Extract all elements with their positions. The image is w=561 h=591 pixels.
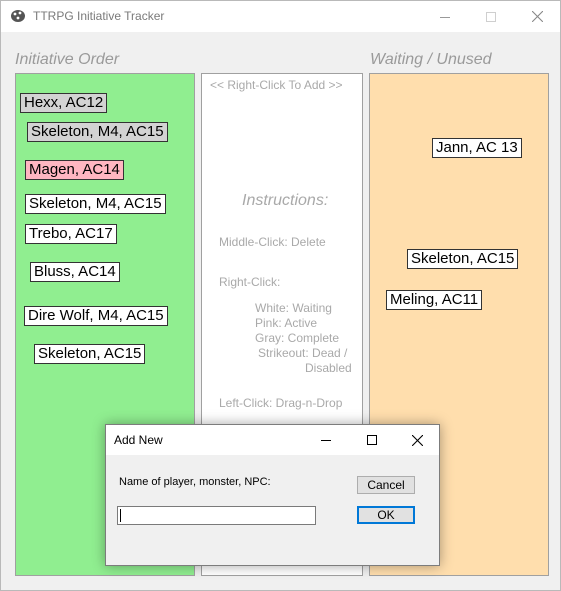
maximize-button[interactable]	[468, 1, 514, 32]
instruction-middle-click: Middle-Click: Delete	[219, 235, 326, 249]
cancel-button[interactable]: Cancel	[357, 476, 415, 494]
waiting-entry[interactable]: Jann, AC 13	[432, 138, 522, 158]
close-icon	[411, 434, 423, 446]
dialog-minimize-button[interactable]	[303, 425, 349, 455]
close-button[interactable]	[514, 1, 560, 32]
instruction-disabled: Disabled	[305, 361, 352, 375]
instruction-white: White: Waiting	[255, 301, 332, 315]
ok-button[interactable]: OK	[357, 506, 415, 524]
instruction-gray: Gray: Complete	[255, 331, 340, 345]
minimize-icon	[440, 16, 450, 18]
main-window: TTRPG Initiative Tracker Initiative Orde…	[0, 0, 561, 591]
name-input[interactable]	[117, 506, 316, 525]
dialog-title: Add New	[114, 433, 163, 447]
minimize-button[interactable]	[422, 1, 468, 32]
waiting-entry[interactable]: Meling, AC11	[386, 290, 483, 310]
initiative-entry[interactable]: Skeleton, M4, AC15	[25, 194, 166, 214]
waiting-unused-title: Waiting / Unused	[370, 51, 492, 68]
initiative-entry-active[interactable]: Magen, AC14	[25, 160, 124, 180]
dialog-prompt-label: Name of player, monster, NPC:	[119, 476, 271, 488]
dice-icon	[11, 10, 25, 22]
instruction-pink: Pink: Active	[255, 316, 318, 330]
dialog-title-bar[interactable]: Add New	[106, 425, 439, 455]
initiative-entry[interactable]: Skeleton, AC15	[34, 344, 146, 364]
waiting-entry[interactable]: Skeleton, AC15	[407, 249, 519, 269]
initiative-entry[interactable]: Bluss, AC14	[30, 262, 120, 282]
close-icon	[531, 11, 543, 22]
minimize-icon	[321, 440, 331, 441]
window-title: TTRPG Initiative Tracker	[33, 9, 165, 23]
dialog-close-button[interactable]	[394, 425, 440, 455]
initiative-entry[interactable]: Dire Wolf, M4, AC15	[24, 306, 168, 326]
maximize-icon	[486, 11, 496, 22]
add-new-dialog: Add New Name of player, monster, NPC: Ca…	[105, 424, 440, 566]
instructions-title: Instructions:	[242, 192, 329, 209]
right-click-to-add-label: << Right-Click To Add >>	[210, 78, 343, 92]
initiative-order-title: Initiative Order	[15, 51, 120, 68]
title-bar[interactable]: TTRPG Initiative Tracker	[1, 1, 560, 32]
text-caret	[120, 509, 121, 522]
initiative-entry[interactable]: Skeleton, M4, AC15	[27, 122, 168, 142]
dialog-maximize-button[interactable]	[349, 425, 395, 455]
maximize-icon	[367, 435, 377, 445]
instruction-left-click: Left-Click: Drag-n-Drop	[219, 396, 343, 410]
initiative-entry[interactable]: Trebo, AC17	[25, 224, 117, 244]
initiative-entry[interactable]: Hexx, AC12	[20, 93, 108, 113]
instruction-right-click: Right-Click:	[219, 275, 281, 289]
instruction-strikeout: Strikeout: Dead /	[258, 346, 348, 360]
